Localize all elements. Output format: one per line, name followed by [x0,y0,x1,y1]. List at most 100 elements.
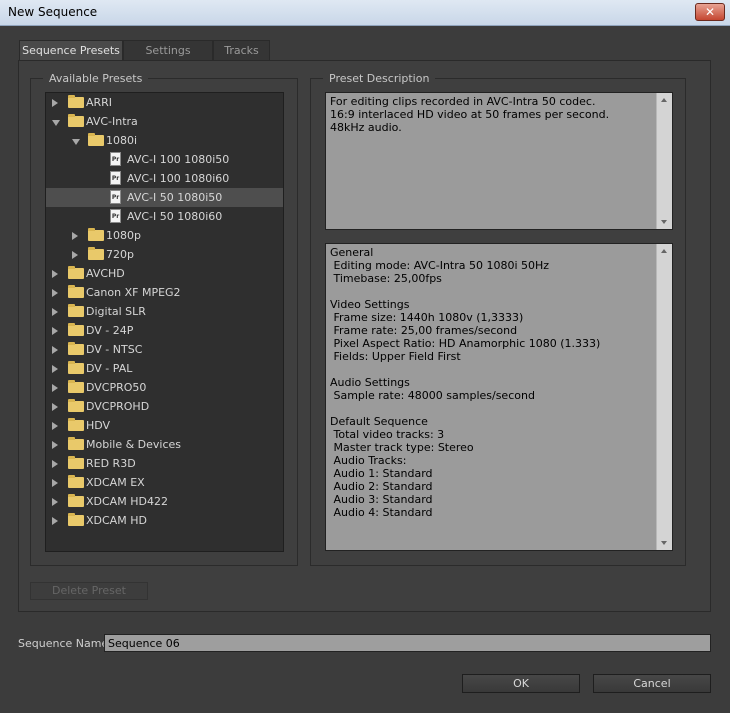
tab-settings[interactable]: Settings [123,40,213,60]
tree-folder-item[interactable]: DVCPRO50 [46,378,283,397]
folder-icon [68,399,84,412]
tree-item-label: Digital SLR [86,305,146,318]
tree-item-label: AVCHD [86,267,125,280]
folder-icon [68,114,84,127]
scroll-up-icon[interactable] [661,249,667,253]
tree-item-label: AVC-I 50 1080i60 [127,210,223,223]
window-title: New Sequence [8,5,98,19]
chevron-right-icon[interactable] [52,270,58,278]
tree-folder-item[interactable]: RED R3D [46,454,283,473]
tree-folder-item[interactable]: ARRI [46,93,283,112]
folder-icon [68,475,84,488]
tree-folder-item[interactable]: DV - PAL [46,359,283,378]
chevron-right-icon[interactable] [52,403,58,411]
chevron-right-icon[interactable] [52,479,58,487]
close-button[interactable]: ✕ [695,3,725,21]
tree-folder-item[interactable]: DV - NTSC [46,340,283,359]
tree-folder-item[interactable]: HDV [46,416,283,435]
folder-icon [68,418,84,431]
tree-folder-item[interactable]: 720p [46,245,283,264]
tree-item-label: XDCAM EX [86,476,145,489]
preset-file-icon: Pr [110,190,121,204]
chevron-right-icon[interactable] [52,422,58,430]
tree-item-label: XDCAM HD422 [86,495,168,508]
folder-icon [68,456,84,469]
chevron-down-icon[interactable] [52,120,60,126]
tree-folder-item[interactable]: Mobile & Devices [46,435,283,454]
sequence-name-label: Sequence Name: [18,637,112,650]
tree-folder-item[interactable]: Digital SLR [46,302,283,321]
chevron-right-icon[interactable] [52,289,58,297]
chevron-right-icon[interactable] [52,99,58,107]
scroll-down-icon[interactable] [661,541,667,545]
tree-item-label: 1080i [106,134,138,147]
tree-folder-item[interactable]: AVCHD [46,264,283,283]
tree-folder-item[interactable]: XDCAM EX [46,473,283,492]
sequence-name-input[interactable] [104,634,711,652]
details-scrollbar[interactable] [656,244,672,550]
tree-item-label: AVC-I 100 1080i50 [127,153,230,166]
folder-icon [68,285,84,298]
close-icon: ✕ [704,5,716,19]
cancel-button[interactable]: Cancel [593,674,711,693]
tree-item-label: DV - 24P [86,324,134,337]
chevron-right-icon[interactable] [52,308,58,316]
tree-item-label: Mobile & Devices [86,438,182,451]
tree-folder-item[interactable]: XDCAM HD [46,511,283,530]
tree-item-label: 720p [106,248,134,261]
tree-folder-item[interactable]: 1080p [46,226,283,245]
tree-preset-item[interactable]: Pr AVC-I 50 1080i60 [46,207,283,226]
tree-item-label: ARRI [86,96,113,109]
tree-folder-item[interactable]: XDCAM HD422 [46,492,283,511]
chevron-down-icon[interactable] [72,139,80,145]
tree-item-label: AVC-Intra [86,115,138,128]
tree-folder-item[interactable]: 1080i [46,131,283,150]
tree-folder-item[interactable]: DVCPROHD [46,397,283,416]
chevron-right-icon[interactable] [52,327,58,335]
folder-icon [68,361,84,374]
tab-sequence-presets[interactable]: Sequence Presets [19,40,123,61]
preset-description-label: Preset Description [323,72,436,85]
tree-folder-item[interactable]: Canon XF MPEG2 [46,283,283,302]
chevron-right-icon[interactable] [52,346,58,354]
chevron-right-icon[interactable] [52,365,58,373]
folder-icon [68,380,84,393]
preset-summary-text: For editing clips recorded in AVC-Intra … [330,95,610,134]
chevron-right-icon[interactable] [52,460,58,468]
chevron-right-icon[interactable] [52,517,58,525]
folder-icon [68,95,84,108]
title-bar: New Sequence ✕ [0,0,730,26]
tree-item-label: DVCPRO50 [86,381,147,394]
summary-scrollbar[interactable] [656,93,672,229]
preset-details-text: General Editing mode: AVC-Intra 50 1080i… [330,246,601,519]
scroll-up-icon[interactable] [661,98,667,102]
preset-file-icon: Pr [110,152,121,166]
tree-preset-item[interactable]: Pr AVC-I 50 1080i50 [46,188,283,207]
tree-preset-item[interactable]: Pr AVC-I 100 1080i50 [46,150,283,169]
tree-item-label: 1080p [106,229,141,242]
preset-details-box[interactable]: General Editing mode: AVC-Intra 50 1080i… [325,243,673,551]
folder-icon [68,437,84,450]
presets-tree[interactable]: ARRI AVC-Intra 1080i Pr AVC-I 100 1080i50 Pr A… [45,92,284,552]
chevron-right-icon[interactable] [72,251,78,259]
chevron-right-icon[interactable] [52,384,58,392]
tree-item-label: HDV [86,419,111,432]
preset-summary-box[interactable]: For editing clips recorded in AVC-Intra … [325,92,673,230]
folder-icon [68,266,84,279]
delete-preset-button[interactable]: Delete Preset [30,582,148,600]
tab-tracks[interactable]: Tracks [213,40,270,60]
folder-icon [68,513,84,526]
scroll-down-icon[interactable] [661,220,667,224]
ok-button[interactable]: OK [462,674,580,693]
tree-folder-item[interactable]: DV - 24P [46,321,283,340]
tree-item-label: RED R3D [86,457,136,470]
tree-preset-item[interactable]: Pr AVC-I 100 1080i60 [46,169,283,188]
chevron-right-icon[interactable] [52,498,58,506]
tree-folder-item[interactable]: AVC-Intra [46,112,283,131]
chevron-right-icon[interactable] [52,441,58,449]
folder-icon [68,304,84,317]
tree-item-label: AVC-I 50 1080i50 [127,191,223,204]
tree-item-label: AVC-I 100 1080i60 [127,172,230,185]
folder-icon [68,342,84,355]
chevron-right-icon[interactable] [72,232,78,240]
